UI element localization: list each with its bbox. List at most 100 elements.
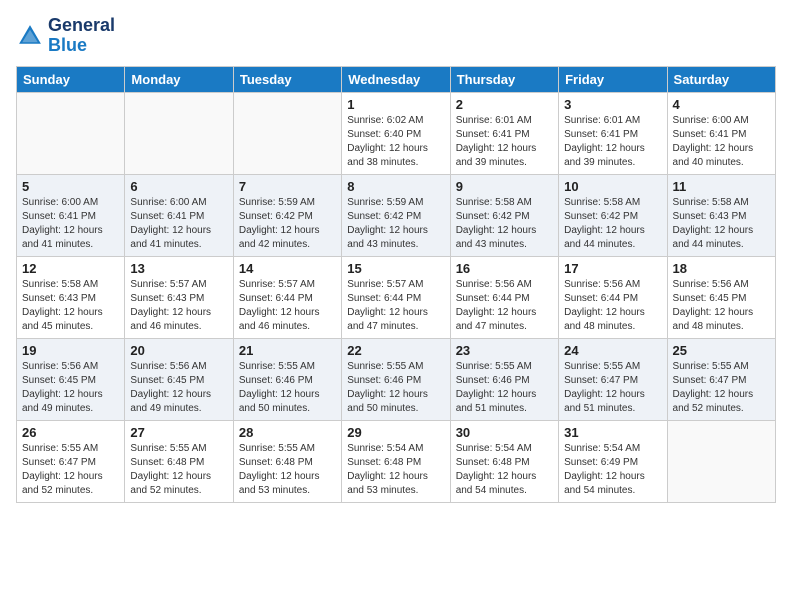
day-info: Sunrise: 5:58 AM Sunset: 6:43 PM Dayligh… [673,196,770,252]
logo-icon [16,22,44,50]
calendar-cell: 21Sunrise: 5:55 AM Sunset: 6:46 PM Dayli… [233,338,341,420]
day-number: 1 [347,97,444,112]
calendar-cell: 20 Sunrise: 5:56 AM Sunset: 6:45 PM Dayli… [125,338,233,420]
calendar-cell: 28Sunrise: 5:55 AM Sunset: 6:48 PM Dayli… [233,420,341,502]
logo-text: General Blue [48,16,115,56]
day-number: 9 [456,179,553,194]
weekday-header-row: SundayMondayTuesdayWednesdayThursdayFrid… [17,66,776,92]
calendar-cell [233,92,341,174]
calendar-cell: 24 Sunrise: 5:55 AM Sunset: 6:47 PM Dayli… [559,338,667,420]
day-info: Sunrise: 5:55 AM Sunset: 6:46 PM Dayligh… [347,360,444,416]
day-number: 11 [673,179,770,194]
day-info: Sunrise: 6:01 AM Sunset: 6:41 PM Dayligh… [564,114,661,170]
day-number: 18 [673,261,770,276]
calendar-cell [17,92,125,174]
calendar-cell: 27 Sunrise: 5:55 AM Sunset: 6:48 PM Dayli… [125,420,233,502]
day-number: 26 [22,425,119,440]
calendar-cell: 1 Sunrise: 6:02 AM Sunset: 6:40 PM Daylig… [342,92,450,174]
day-info: Sunrise: 5:56 AM Sunset: 6:45 PM Dayligh… [130,360,227,416]
day-number: 28 [239,425,336,440]
day-info: Sunrise: 5:57 AM Sunset: 6:43 PM Dayligh… [130,278,227,334]
day-info: Sunrise: 5:55 AM Sunset: 6:47 PM Dayligh… [564,360,661,416]
calendar-cell: 2Sunrise: 6:01 AM Sunset: 6:41 PM Daylig… [450,92,558,174]
calendar-cell: 14 Sunrise: 5:57 AM Sunset: 6:44 PM Dayli… [233,256,341,338]
day-number: 21 [239,343,336,358]
day-info: Sunrise: 5:58 AM Sunset: 6:42 PM Dayligh… [456,196,553,252]
weekday-header: Monday [125,66,233,92]
day-info: Sunrise: 5:54 AM Sunset: 6:48 PM Dayligh… [456,442,553,498]
weekday-header: Wednesday [342,66,450,92]
day-info: Sunrise: 5:54 AM Sunset: 6:49 PM Dayligh… [564,442,661,498]
day-info: Sunrise: 6:00 AM Sunset: 6:41 PM Dayligh… [22,196,119,252]
day-number: 6 [130,179,227,194]
weekday-header: Thursday [450,66,558,92]
calendar-cell: 5Sunrise: 6:00 AM Sunset: 6:41 PM Daylig… [17,174,125,256]
day-info: Sunrise: 5:56 AM Sunset: 6:44 PM Dayligh… [564,278,661,334]
calendar-week-row: 12Sunrise: 5:58 AM Sunset: 6:43 PM Dayli… [17,256,776,338]
calendar-cell: 6Sunrise: 6:00 AM Sunset: 6:41 PM Daylig… [125,174,233,256]
calendar-cell: 19 Sunrise: 5:56 AM Sunset: 6:45 PM Dayli… [17,338,125,420]
calendar-cell: 25 Sunrise: 5:55 AM Sunset: 6:47 PM Dayli… [667,338,775,420]
weekday-header: Friday [559,66,667,92]
day-number: 3 [564,97,661,112]
day-number: 30 [456,425,553,440]
calendar-cell: 10 Sunrise: 5:58 AM Sunset: 6:42 PM Dayli… [559,174,667,256]
day-number: 25 [673,343,770,358]
calendar-week-row: 26Sunrise: 5:55 AM Sunset: 6:47 PM Dayli… [17,420,776,502]
calendar-cell: 11 Sunrise: 5:58 AM Sunset: 6:43 PM Dayli… [667,174,775,256]
calendar-cell [667,420,775,502]
day-number: 23 [456,343,553,358]
calendar-cell: 13 Sunrise: 5:57 AM Sunset: 6:43 PM Dayli… [125,256,233,338]
calendar-cell: 8 Sunrise: 5:59 AM Sunset: 6:42 PM Daylig… [342,174,450,256]
day-info: Sunrise: 5:58 AM Sunset: 6:43 PM Dayligh… [22,278,119,334]
day-number: 16 [456,261,553,276]
calendar-cell: 12Sunrise: 5:58 AM Sunset: 6:43 PM Dayli… [17,256,125,338]
day-number: 7 [239,179,336,194]
day-number: 13 [130,261,227,276]
day-number: 24 [564,343,661,358]
calendar-cell: 7 Sunrise: 5:59 AM Sunset: 6:42 PM Daylig… [233,174,341,256]
calendar-table: SundayMondayTuesdayWednesdayThursdayFrid… [16,66,776,503]
calendar-week-row: 5Sunrise: 6:00 AM Sunset: 6:41 PM Daylig… [17,174,776,256]
day-info: Sunrise: 5:59 AM Sunset: 6:42 PM Dayligh… [239,196,336,252]
day-number: 10 [564,179,661,194]
weekday-header: Sunday [17,66,125,92]
day-info: Sunrise: 5:55 AM Sunset: 6:47 PM Dayligh… [673,360,770,416]
day-info: Sunrise: 5:54 AM Sunset: 6:48 PM Dayligh… [347,442,444,498]
day-info: Sunrise: 6:00 AM Sunset: 6:41 PM Dayligh… [673,114,770,170]
calendar-cell: 18 Sunrise: 5:56 AM Sunset: 6:45 PM Dayli… [667,256,775,338]
day-info: Sunrise: 5:55 AM Sunset: 6:48 PM Dayligh… [130,442,227,498]
day-info: Sunrise: 5:56 AM Sunset: 6:44 PM Dayligh… [456,278,553,334]
logo: General Blue [16,16,115,56]
calendar-cell: 22 Sunrise: 5:55 AM Sunset: 6:46 PM Dayli… [342,338,450,420]
calendar-cell: 16 Sunrise: 5:56 AM Sunset: 6:44 PM Dayli… [450,256,558,338]
day-info: Sunrise: 5:57 AM Sunset: 6:44 PM Dayligh… [239,278,336,334]
day-number: 27 [130,425,227,440]
weekday-header: Saturday [667,66,775,92]
calendar-cell: 26Sunrise: 5:55 AM Sunset: 6:47 PM Dayli… [17,420,125,502]
day-info: Sunrise: 5:59 AM Sunset: 6:42 PM Dayligh… [347,196,444,252]
calendar-cell: 31Sunrise: 5:54 AM Sunset: 6:49 PM Dayli… [559,420,667,502]
day-number: 8 [347,179,444,194]
day-number: 14 [239,261,336,276]
day-info: Sunrise: 6:02 AM Sunset: 6:40 PM Dayligh… [347,114,444,170]
page-header: General Blue [16,16,776,56]
day-number: 17 [564,261,661,276]
day-number: 20 [130,343,227,358]
day-info: Sunrise: 5:56 AM Sunset: 6:45 PM Dayligh… [673,278,770,334]
calendar-cell: 30 Sunrise: 5:54 AM Sunset: 6:48 PM Dayli… [450,420,558,502]
calendar-cell: 29 Sunrise: 5:54 AM Sunset: 6:48 PM Dayli… [342,420,450,502]
weekday-header: Tuesday [233,66,341,92]
calendar-cell: 3 Sunrise: 6:01 AM Sunset: 6:41 PM Daylig… [559,92,667,174]
day-info: Sunrise: 5:56 AM Sunset: 6:45 PM Dayligh… [22,360,119,416]
calendar-cell: 4Sunrise: 6:00 AM Sunset: 6:41 PM Daylig… [667,92,775,174]
day-number: 15 [347,261,444,276]
day-info: Sunrise: 5:57 AM Sunset: 6:44 PM Dayligh… [347,278,444,334]
day-number: 22 [347,343,444,358]
day-number: 19 [22,343,119,358]
calendar-cell: 15 Sunrise: 5:57 AM Sunset: 6:44 PM Dayli… [342,256,450,338]
day-number: 29 [347,425,444,440]
calendar-week-row: 1 Sunrise: 6:02 AM Sunset: 6:40 PM Daylig… [17,92,776,174]
day-info: Sunrise: 5:58 AM Sunset: 6:42 PM Dayligh… [564,196,661,252]
day-info: Sunrise: 5:55 AM Sunset: 6:46 PM Dayligh… [456,360,553,416]
